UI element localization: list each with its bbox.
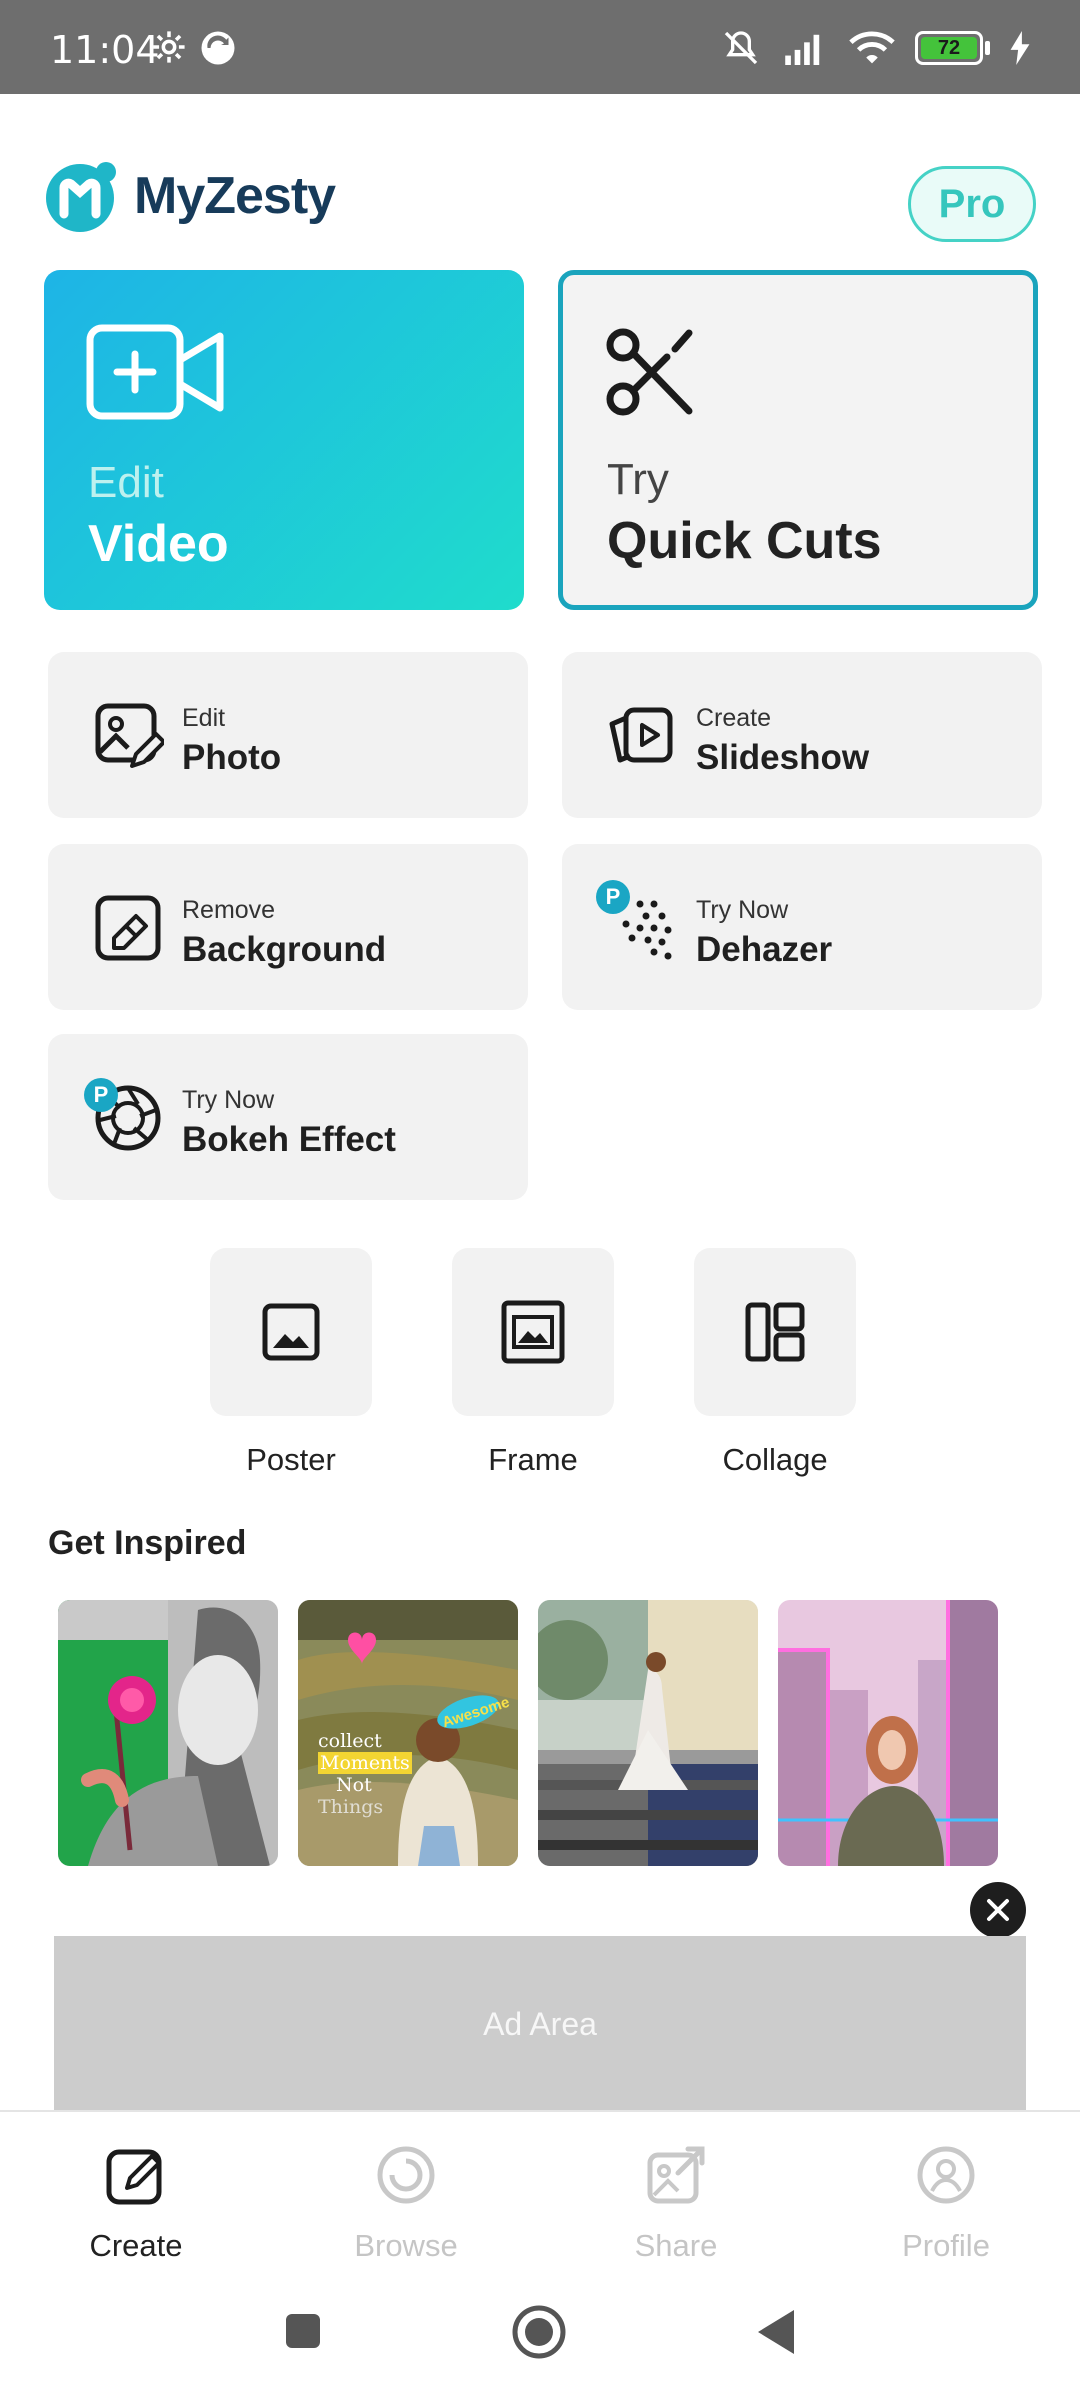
status-time: 11:04 — [50, 28, 160, 72]
poster-label: Poster — [246, 1442, 336, 1477]
slideshow-icon — [609, 707, 673, 763]
signal-icon — [785, 34, 820, 65]
get-inspired-title: Get Inspired — [48, 1524, 247, 1562]
battery-icon: 72 — [915, 31, 990, 65]
collage-label: Collage — [722, 1442, 828, 1477]
status-right-icons: 72 — [719, 28, 1030, 68]
remove-background-tile[interactable]: Remove Background — [48, 844, 528, 1010]
charging-icon — [1010, 31, 1030, 65]
collage-icon — [745, 1302, 805, 1362]
logo-icon — [46, 162, 116, 232]
dehazer-tile[interactable]: P Try Now Dehazer — [562, 844, 1042, 1010]
browse-icon — [377, 2146, 435, 2204]
remove-background-small: Remove — [182, 896, 276, 924]
inspiration-thumbnail[interactable]: collect Moments Not Things Awesome — [298, 1600, 518, 1866]
sync-icon — [201, 31, 235, 65]
inspiration-thumbnail[interactable] — [538, 1600, 758, 1866]
nav-create[interactable]: Create — [36, 2140, 236, 2264]
nav-share[interactable]: Share — [576, 2140, 776, 2264]
poster-tool[interactable]: Poster — [210, 1248, 372, 1478]
caption-line: collect — [318, 1730, 382, 1752]
quick-cuts-large: Quick Cuts — [607, 512, 882, 570]
dehazer-small: Try Now — [696, 896, 789, 924]
caption-line: Not — [336, 1774, 372, 1796]
app-name: MyZesty — [134, 167, 336, 225]
inspiration-thumbnail[interactable] — [778, 1600, 998, 1866]
create-slideshow-tile[interactable]: Create Slideshow — [562, 652, 1042, 818]
edit-video-small: Edit — [88, 458, 164, 507]
close-icon — [987, 1899, 1009, 1921]
back-icon[interactable] — [756, 2308, 796, 2356]
pro-button[interactable]: Pro — [908, 166, 1036, 242]
status-bar: 11:04 72 — [0, 0, 1080, 94]
scissors-icon — [606, 328, 693, 416]
create-slideshow-small: Create — [696, 704, 772, 732]
system-navigation-bar — [0, 2290, 1080, 2400]
share-icon — [647, 2146, 705, 2204]
image-icon — [262, 1303, 320, 1361]
app-logo: MyZesty — [44, 158, 336, 234]
nav-share-label: Share — [634, 2228, 718, 2263]
settings-gear-icon — [153, 31, 185, 63]
dehazer-large: Dehazer — [696, 930, 833, 969]
thumbnail-caption: collect Moments Not Things — [318, 1730, 412, 1818]
frame-label: Frame — [488, 1442, 578, 1477]
frame-tool[interactable]: Frame — [452, 1248, 614, 1478]
wifi-icon — [849, 31, 895, 64]
edit-photo-tile[interactable]: Edit Photo — [48, 652, 528, 818]
home-icon[interactable] — [511, 2304, 567, 2360]
bokeh-effect-small: Try Now — [182, 1086, 275, 1114]
status-left-icons — [152, 30, 236, 66]
edit-photo-large: Photo — [182, 738, 282, 777]
nav-create-label: Create — [89, 2228, 183, 2263]
profile-icon — [917, 2146, 975, 2204]
remove-background-large: Background — [182, 930, 387, 969]
caption-line: Things — [318, 1796, 384, 1818]
recents-icon[interactable] — [284, 2312, 322, 2350]
mute-icon — [724, 31, 758, 65]
nav-profile[interactable]: Profile — [846, 2140, 1046, 2264]
video-add-icon — [86, 324, 224, 420]
create-slideshow-large: Slideshow — [696, 738, 870, 777]
nav-profile-label: Profile — [902, 2228, 990, 2263]
caption-line: Moments — [318, 1752, 412, 1774]
thumbnail-image — [778, 1600, 998, 1866]
eraser-icon — [95, 895, 161, 961]
bokeh-effect-tile[interactable]: P Try Now Bokeh Effect — [48, 1034, 528, 1200]
pro-badge: P — [84, 1078, 118, 1112]
edit-video-card[interactable]: Edit Video — [44, 270, 524, 610]
edit-video-large: Video — [88, 515, 229, 573]
quick-cuts-card[interactable]: Try Quick Cuts — [558, 270, 1038, 610]
close-ad-button[interactable] — [970, 1882, 1026, 1938]
ad-banner[interactable]: Ad Area — [54, 1936, 1026, 2112]
edit-photo-small: Edit — [182, 704, 226, 732]
edit-icon — [106, 2149, 162, 2205]
thumbnail-image — [538, 1600, 758, 1866]
inspiration-thumbnail[interactable] — [58, 1600, 278, 1866]
bokeh-effect-large: Bokeh Effect — [182, 1120, 396, 1159]
collage-tool[interactable]: Collage — [694, 1248, 856, 1478]
nav-browse-label: Browse — [354, 2228, 458, 2263]
pro-badge: P — [596, 880, 630, 914]
bottom-navigation: Create Browse Share Profile — [0, 2110, 1080, 2290]
nav-browse[interactable]: Browse — [306, 2140, 506, 2264]
thumbnail-image — [58, 1600, 278, 1866]
quick-cuts-small: Try — [607, 455, 669, 504]
photo-edit-icon — [95, 703, 164, 768]
battery-level: 72 — [921, 37, 977, 59]
frame-icon — [501, 1300, 565, 1364]
